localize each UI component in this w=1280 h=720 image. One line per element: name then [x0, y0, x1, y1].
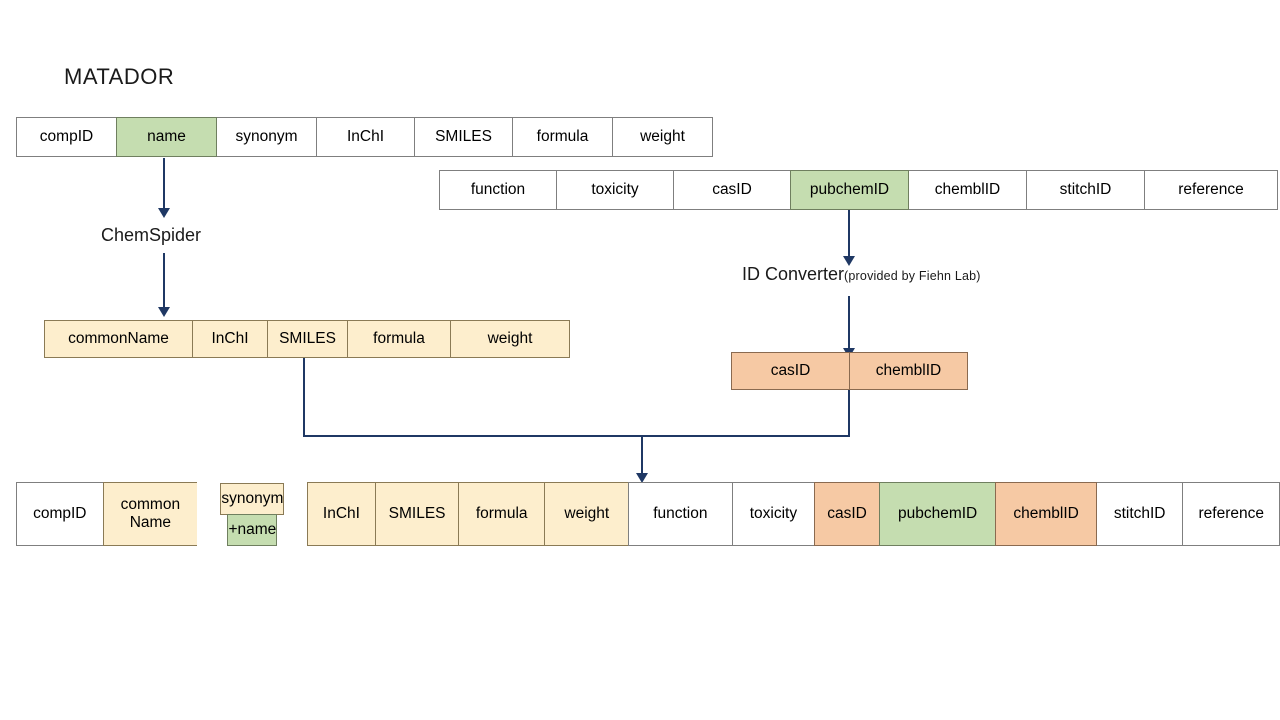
chemspider-cell-inchi: InChI — [192, 320, 268, 358]
connector-converter-to-row — [848, 296, 850, 350]
connector-left-merge-vertical — [303, 358, 305, 437]
page-title: MATADOR — [64, 64, 175, 89]
matador-r2-cell-stitchid: stitchID — [1026, 170, 1145, 210]
chemspider-label: ChemSpider — [101, 225, 202, 245]
matador-r1-cell-weight: weight — [612, 117, 713, 157]
merged-cell-function: function — [628, 482, 733, 546]
merged-cell-toxicity: toxicity — [731, 482, 816, 546]
matador-r1-cell-synonym: synonym — [216, 117, 317, 157]
connector-name-to-chemspider — [163, 158, 165, 210]
merged-cell-stitchid: stitchID — [1095, 482, 1184, 546]
matador-r2-cell-function: function — [439, 170, 557, 210]
cell-label-synonym: synonym — [220, 482, 285, 515]
merged-cell-pubchemid: pubchemID — [878, 482, 997, 546]
matador-r1-cell-smiles: SMILES — [414, 117, 513, 157]
converter-result-row: casID chemblID — [731, 352, 968, 390]
matador-r1-cell-formula: formula — [512, 117, 613, 157]
merged-cell-inchi: InChI — [306, 482, 377, 546]
cell-label-line2: Name — [129, 514, 172, 531]
chemspider-cell-commonname: commonName — [44, 320, 193, 358]
merged-cell-formula: formula — [457, 482, 546, 546]
id-converter-label: ID Converter(provided by Fiehn Lab) — [742, 264, 981, 285]
merged-cell-reference: reference — [1182, 482, 1280, 546]
matador-r1-cell-inchi: InChI — [316, 117, 415, 157]
id-converter-title: ID Converter — [742, 264, 845, 284]
diagram-canvas: MATADOR compID name synonym InChI SMILES form… — [0, 0, 1280, 720]
matador-r2-cell-pubchemid: pubchemID — [790, 170, 909, 210]
merged-result-row: compID common Name synonym +name InChI SMILES f… — [16, 482, 1280, 546]
matador-r1-cell-name: name — [116, 117, 217, 157]
cell-label-plus-name: +name — [227, 513, 278, 546]
cell-label-line1: common — [120, 496, 181, 514]
merged-cell-commonname: common Name — [102, 482, 199, 546]
connector-merge-horizontal — [303, 435, 850, 437]
matador-row-2: function toxicity casID pubchemID chemblID st… — [439, 170, 1280, 210]
connector-right-merge-vertical — [848, 390, 850, 437]
merged-cell-compid: compID — [16, 482, 104, 546]
matador-r2-cell-reference: reference — [1144, 170, 1278, 210]
connector-chemspider-to-row — [163, 253, 165, 309]
matador-r1-cell-compid: compID — [16, 117, 117, 157]
chemspider-cell-weight: weight — [450, 320, 570, 358]
merged-cell-chemblid: chemblID — [995, 482, 1097, 546]
converter-cell-casid: casID — [731, 352, 850, 390]
converter-cell-chemblid: chemblID — [849, 352, 968, 390]
merged-cell-smiles: SMILES — [375, 482, 459, 546]
connector-pubchem-to-converter — [848, 210, 850, 258]
chemspider-cell-formula: formula — [347, 320, 451, 358]
matador-r2-cell-casid: casID — [673, 170, 791, 210]
id-converter-note: (provided by Fiehn Lab) — [844, 269, 981, 283]
chemspider-result-row: commonName InChI SMILES formula weight — [44, 320, 570, 358]
matador-r2-cell-chemblid: chemblID — [908, 170, 1027, 210]
matador-row-1: compID name synonym InChI SMILES formula weigh… — [16, 117, 716, 157]
merged-cell-casid: casID — [814, 482, 880, 546]
chemspider-cell-smiles: SMILES — [267, 320, 348, 358]
merged-cell-synonym-name: synonym +name — [197, 482, 308, 546]
merged-cell-weight: weight — [544, 482, 630, 546]
matador-r2-cell-toxicity: toxicity — [556, 170, 674, 210]
arrowhead-name-to-chemspider — [158, 208, 170, 218]
arrowhead-chemspider-to-row — [158, 307, 170, 317]
connector-merge-down — [641, 435, 643, 477]
